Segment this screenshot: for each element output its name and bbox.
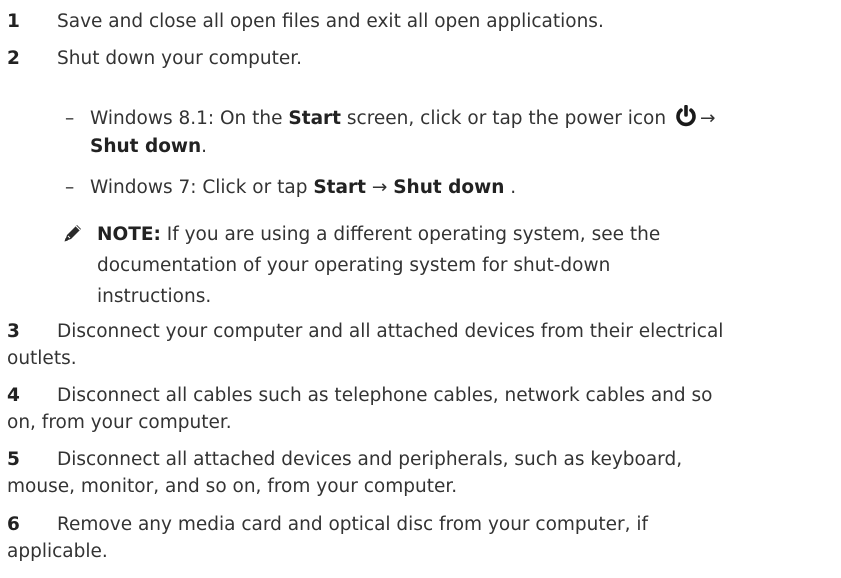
step-text: Remove any media card and optical disc f… <box>57 514 649 535</box>
step-number: 1 <box>7 11 20 32</box>
note-text: documentation of your operating system f… <box>97 255 611 276</box>
start-label: Start <box>313 177 366 198</box>
note-text: instructions. <box>97 286 212 307</box>
power-icon <box>674 104 698 135</box>
step-text: Shut down your computer. <box>57 48 303 69</box>
step-text: on, from your computer. <box>7 412 232 433</box>
substep-win81-cont: Shut down. <box>90 133 207 160</box>
step-text: mouse, monitor, and so on, from your com… <box>7 476 458 497</box>
substep-text: Windows 7: Click or tap <box>90 177 314 198</box>
substep-text: Windows 8.1: On the <box>90 108 289 129</box>
pencil-note-icon <box>63 223 83 251</box>
arrow: → <box>365 177 394 198</box>
step-number: 3 <box>7 321 20 342</box>
step-text: outlets. <box>7 348 77 369</box>
period: . <box>201 136 208 157</box>
note-label: NOTE: <box>97 224 161 245</box>
list-dash: – <box>65 108 75 129</box>
arrow: → <box>699 108 716 129</box>
shutdown-label: Shut down <box>393 177 505 198</box>
substep-win81: Windows 8.1: On the Start screen, click … <box>90 104 716 135</box>
step-text: Disconnect all cables such as telephone … <box>57 385 713 406</box>
shutdown-label: Shut down <box>90 136 202 157</box>
step-number: 4 <box>7 385 20 406</box>
substep-text: screen, click or tap the power icon <box>341 108 672 129</box>
substep-win7: Windows 7: Click or tap Start → Shut dow… <box>90 174 516 201</box>
period: . <box>504 177 517 198</box>
step-text: Disconnect your computer and all attache… <box>57 321 724 342</box>
step-text: Disconnect all attached devices and peri… <box>57 449 683 470</box>
note-text: If you are using a different operating s… <box>160 224 661 245</box>
start-label: Start <box>288 108 342 129</box>
step-number: 6 <box>7 514 20 535</box>
step-text: applicable. <box>7 541 108 562</box>
list-dash: – <box>65 177 75 198</box>
step-number: 5 <box>7 449 20 470</box>
note-line: NOTE: If you are using a different opera… <box>97 221 660 248</box>
step-text: Save and close all open files and exit a… <box>57 11 604 32</box>
step-number: 2 <box>7 48 20 69</box>
